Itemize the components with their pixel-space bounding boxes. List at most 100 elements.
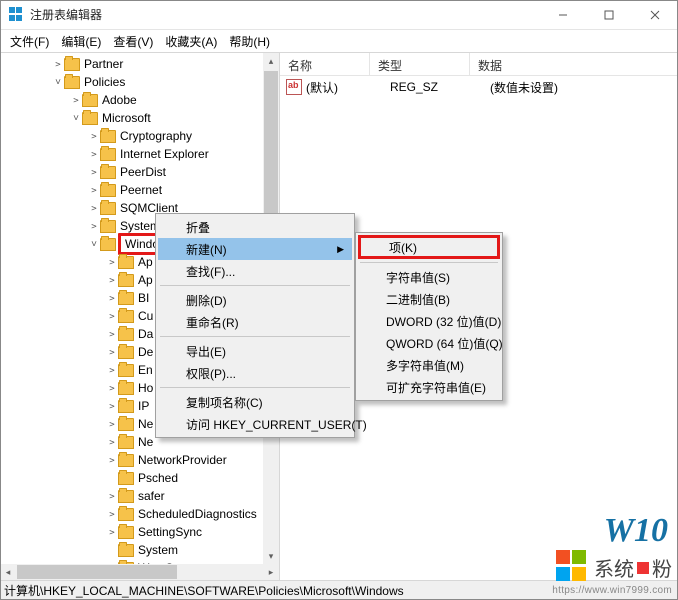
tree-horizontal-scrollbar[interactable]: ◂ ▸: [0, 564, 279, 580]
folder-icon: [100, 220, 116, 233]
ctx-find[interactable]: 查找(F)...: [158, 260, 352, 282]
column-data[interactable]: 数据: [470, 53, 678, 75]
folder-icon: [118, 328, 134, 341]
ctx-export[interactable]: 导出(E): [158, 340, 352, 362]
folder-icon: [118, 490, 134, 503]
folder-icon: [64, 76, 80, 89]
folder-icon: [118, 400, 134, 413]
ctx-new-key[interactable]: 项(K): [358, 235, 500, 259]
scroll-up-icon[interactable]: ▴: [263, 53, 279, 69]
tree-node-psched[interactable]: Psched: [0, 469, 263, 487]
tree-node-settingsync[interactable]: SettingSync: [0, 523, 263, 541]
menu-separator: [160, 387, 350, 388]
ctx-new-expandstring[interactable]: 可扩充字符串值(E): [358, 376, 500, 398]
ctx-collapse[interactable]: 折叠: [158, 216, 352, 238]
folder-icon: [118, 310, 134, 323]
column-name[interactable]: 名称: [280, 53, 370, 75]
scroll-left-icon[interactable]: ◂: [0, 564, 16, 580]
window-title: 注册表编辑器: [30, 6, 540, 23]
tree-node-microsoft[interactable]: Microsoft: [0, 109, 263, 127]
folder-icon: [118, 418, 134, 431]
menu-edit[interactable]: 编辑(E): [55, 31, 107, 52]
minimize-button[interactable]: [540, 0, 586, 29]
folder-icon: [118, 526, 134, 539]
column-type[interactable]: 类型: [370, 53, 470, 75]
tree-node-policies[interactable]: Policies: [0, 73, 263, 91]
tree-node-peernet[interactable]: Peernet: [0, 181, 263, 199]
ctx-rename[interactable]: 重命名(R): [158, 311, 352, 333]
submenu-arrow-icon: ▶: [337, 244, 344, 255]
ctx-goto-hkcu[interactable]: 访问 HKEY_CURRENT_USER(T): [158, 413, 352, 435]
tree-node-peerdist[interactable]: PeerDist: [0, 163, 263, 181]
folder-icon: [100, 238, 116, 251]
menu-file[interactable]: 文件(F): [4, 31, 55, 52]
tree-node-partner[interactable]: Partner: [0, 55, 263, 73]
folder-icon: [100, 148, 116, 161]
tree-node-scheduleddiagnostics[interactable]: ScheduledDiagnostics: [0, 505, 263, 523]
ctx-delete[interactable]: 删除(D): [158, 289, 352, 311]
folder-icon: [118, 436, 134, 449]
context-menu-new: 项(K) 字符串值(S) 二进制值(B) DWORD (32 位)值(D) QW…: [355, 232, 503, 401]
folder-icon: [118, 382, 134, 395]
tree-node-networkprovider[interactable]: NetworkProvider: [0, 451, 263, 469]
folder-icon: [118, 274, 134, 287]
tree-node-cryptography[interactable]: Cryptography: [0, 127, 263, 145]
red-square-icon: [637, 562, 649, 574]
string-value-icon: [286, 79, 302, 95]
folder-icon: [82, 94, 98, 107]
ctx-permissions[interactable]: 权限(P)...: [158, 362, 352, 384]
scroll-thumb-h[interactable]: [17, 565, 177, 579]
ctx-new-dword[interactable]: DWORD (32 位)值(D): [358, 310, 500, 332]
microsoft-logo-icon: [556, 550, 588, 582]
maximize-button[interactable]: [586, 0, 632, 29]
folder-icon: [100, 184, 116, 197]
status-path: 计算机\HKEY_LOCAL_MACHINE\SOFTWARE\Policies…: [4, 582, 404, 599]
title-bar: 注册表编辑器: [0, 0, 678, 30]
folder-icon: [100, 202, 116, 215]
ctx-copy-key-name[interactable]: 复制项名称(C): [158, 391, 352, 413]
ctx-new-qword[interactable]: QWORD (64 位)值(Q): [358, 332, 500, 354]
folder-icon: [118, 454, 134, 467]
window-controls: [540, 0, 678, 29]
menu-separator: [160, 285, 350, 286]
list-row[interactable]: (默认) REG_SZ (数值未设置): [280, 78, 678, 96]
folder-icon: [118, 292, 134, 305]
folder-icon: [64, 58, 80, 71]
menu-favorites[interactable]: 收藏夹(A): [159, 31, 223, 52]
watermark-brand: 系统粉: [594, 553, 672, 582]
value-type: REG_SZ: [390, 80, 490, 94]
value-name: (默认): [306, 79, 390, 96]
folder-icon: [82, 112, 98, 125]
close-button[interactable]: [632, 0, 678, 29]
tree-node-internet-explorer[interactable]: Internet Explorer: [0, 145, 263, 163]
folder-icon: [118, 364, 134, 377]
folder-icon: [100, 130, 116, 143]
menu-bar: 文件(F) 编辑(E) 查看(V) 收藏夹(A) 帮助(H): [0, 30, 678, 52]
folder-icon: [118, 472, 134, 485]
folder-icon: [118, 508, 134, 521]
ctx-new-string[interactable]: 字符串值(S): [358, 266, 500, 288]
scroll-thumb[interactable]: [264, 71, 278, 231]
scroll-down-icon[interactable]: ▾: [263, 548, 279, 564]
ctx-new[interactable]: 新建(N)▶: [158, 238, 352, 260]
ctx-new-binary[interactable]: 二进制值(B): [358, 288, 500, 310]
tree-node-safer[interactable]: safer: [0, 487, 263, 505]
menu-help[interactable]: 帮助(H): [223, 31, 276, 52]
list-header: 名称 类型 数据: [280, 53, 678, 76]
watermark: 系统粉: [556, 550, 672, 582]
list-body: (默认) REG_SZ (数值未设置): [280, 76, 678, 98]
ctx-new-multistring[interactable]: 多字符串值(M): [358, 354, 500, 376]
menu-separator: [160, 336, 350, 337]
folder-icon: [118, 256, 134, 269]
tree-node-adobe[interactable]: Adobe: [0, 91, 263, 109]
folder-icon: [100, 166, 116, 179]
folder-icon: [118, 544, 134, 557]
app-icon: [8, 7, 24, 23]
menu-view[interactable]: 查看(V): [107, 31, 159, 52]
watermark-large-text: W10: [604, 512, 668, 550]
context-menu-primary: 折叠 新建(N)▶ 查找(F)... 删除(D) 重命名(R) 导出(E) 权限…: [155, 213, 355, 438]
value-data: (数值未设置): [490, 79, 678, 96]
tree-node-system[interactable]: System: [0, 541, 263, 559]
folder-icon: [118, 346, 134, 359]
scroll-right-icon[interactable]: ▸: [263, 564, 279, 580]
